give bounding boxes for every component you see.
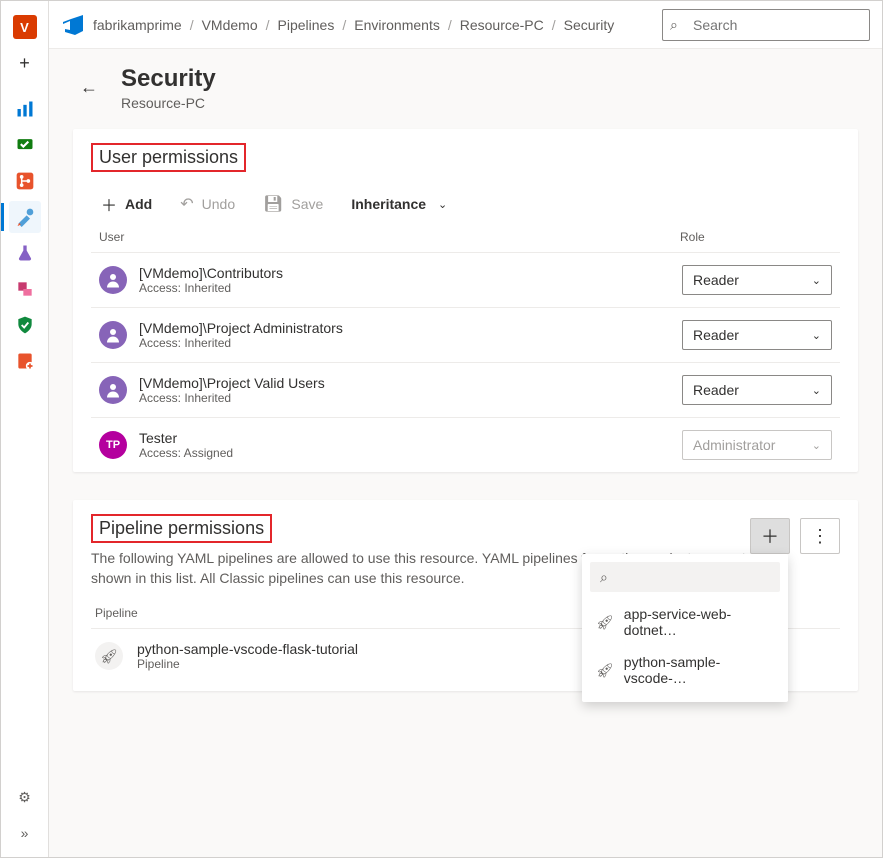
tests-icon: [15, 135, 35, 155]
crumb-4[interactable]: Resource-PC: [460, 17, 544, 33]
crumb-0[interactable]: fabrikamprime: [93, 17, 182, 33]
pipeline-picker-item[interactable]: 🚀︎app-service-web-dotnet…: [590, 598, 780, 646]
nav-tests[interactable]: [9, 129, 41, 161]
plus-icon: +: [19, 53, 30, 74]
chevron-down-icon: ⌄: [812, 274, 821, 287]
permission-name: Tester: [139, 430, 682, 446]
user-permission-row[interactable]: [VMdemo]\Project AdministratorsAccess: I…: [91, 307, 840, 362]
crumb-5[interactable]: Security: [564, 17, 615, 33]
group-avatar-icon: [99, 266, 127, 294]
pipeline-picker-popup: ⌕ 🚀︎app-service-web-dotnet…🚀︎python-samp…: [582, 554, 788, 702]
nav-project-tile[interactable]: V: [9, 11, 41, 43]
nav-settings[interactable]: ⚙: [9, 781, 41, 813]
chevron-down-icon: ⌄: [812, 439, 821, 452]
pipeline-name: python-sample-vscode-flask-tutorial: [137, 641, 358, 657]
arrow-left-icon: ←: [80, 77, 98, 98]
wiki-icon: [15, 351, 35, 371]
flask-icon: [15, 243, 35, 263]
gear-icon: ⚙: [18, 789, 31, 806]
pipelines-icon: [15, 207, 35, 227]
undo-button[interactable]: ↶Undo: [180, 194, 235, 214]
pipeline-picker-item[interactable]: 🚀︎python-sample-vscode-…: [590, 646, 780, 694]
pipeline-picker-search[interactable]: ⌕: [590, 562, 780, 592]
search-icon: ⌕: [600, 569, 608, 586]
user-permissions-card: User permissions ＋Add ↶Undo 💾︎Save Inher…: [73, 129, 858, 472]
nav-test-plans[interactable]: [9, 237, 41, 269]
plus-icon: ＋: [761, 523, 779, 549]
nav-boards[interactable]: [9, 93, 41, 125]
permission-access: Access: Inherited: [139, 281, 682, 295]
permission-access: Access: Inherited: [139, 336, 682, 350]
pipeline-permissions-title: Pipeline permissions: [91, 514, 272, 543]
rocket-icon: 🚀︎: [95, 642, 123, 670]
add-pipeline-button[interactable]: ＋: [750, 518, 790, 554]
chevron-down-icon: ⌄: [438, 198, 447, 211]
page-subtitle: Resource-PC: [121, 95, 216, 111]
nav-compliance[interactable]: [9, 309, 41, 341]
breadcrumb: fabrikamprime/ VMdemo/ Pipelines/ Enviro…: [93, 17, 614, 33]
permission-access: Access: Assigned: [139, 446, 682, 460]
pipeline-permissions-card: Pipeline permissions The following YAML …: [73, 500, 858, 691]
permission-access: Access: Inherited: [139, 391, 682, 405]
nav-artifacts[interactable]: [9, 273, 41, 305]
user-avatar-icon: TP: [99, 431, 127, 459]
group-avatar-icon: [99, 321, 127, 349]
artifacts-icon: [15, 279, 35, 299]
repos-icon: [15, 171, 35, 191]
azure-devops-logo-icon: [61, 13, 85, 37]
page-title: Security: [121, 65, 216, 93]
more-options-button[interactable]: ⋮: [800, 518, 840, 554]
permission-name: [VMdemo]\Project Administrators: [139, 320, 682, 336]
crumb-3[interactable]: Environments: [354, 17, 440, 33]
user-permission-row[interactable]: TP TesterAccess: AssignedAdministrator⌄: [91, 417, 840, 472]
plus-icon: ＋: [101, 192, 117, 216]
chevrons-icon: »: [21, 825, 29, 841]
nav-add-button[interactable]: +: [9, 47, 41, 79]
search-input[interactable]: [662, 9, 870, 41]
crumb-2[interactable]: Pipelines: [278, 17, 335, 33]
save-icon: 💾︎: [263, 194, 283, 214]
more-icon: ⋮: [811, 526, 829, 547]
search-icon: ⌕: [670, 16, 678, 33]
user-permission-row[interactable]: [VMdemo]\ContributorsAccess: InheritedRe…: [91, 252, 840, 307]
add-button[interactable]: ＋Add: [101, 192, 152, 216]
nav-wiki[interactable]: [9, 345, 41, 377]
save-button[interactable]: 💾︎Save: [263, 194, 323, 214]
col-header-user: User: [99, 230, 680, 244]
crumb-1[interactable]: VMdemo: [202, 17, 258, 33]
permission-name: [VMdemo]\Contributors: [139, 265, 682, 281]
project-tile-icon: V: [13, 15, 37, 39]
group-avatar-icon: [99, 376, 127, 404]
rocket-icon: 🚀︎: [596, 662, 614, 679]
role-dropdown[interactable]: Reader⌄: [682, 265, 832, 295]
chevron-down-icon: ⌄: [812, 384, 821, 397]
boards-icon: [15, 99, 35, 119]
user-permissions-title: User permissions: [91, 143, 246, 172]
role-dropdown[interactable]: Reader⌄: [682, 320, 832, 350]
nav-repos[interactable]: [9, 165, 41, 197]
role-dropdown[interactable]: Reader⌄: [682, 375, 832, 405]
role-dropdown: Administrator⌄: [682, 430, 832, 460]
nav-collapse[interactable]: »: [9, 817, 41, 849]
chevron-down-icon: ⌄: [812, 329, 821, 342]
pipeline-sub: Pipeline: [137, 657, 358, 671]
nav-pipelines[interactable]: [9, 201, 41, 233]
inheritance-dropdown[interactable]: Inheritance⌄: [351, 196, 447, 212]
user-permission-row[interactable]: [VMdemo]\Project Valid UsersAccess: Inhe…: [91, 362, 840, 417]
col-header-role: Role: [680, 230, 840, 244]
permission-name: [VMdemo]\Project Valid Users: [139, 375, 682, 391]
rocket-icon: 🚀︎: [596, 614, 614, 631]
undo-icon: ↶: [180, 194, 193, 214]
shield-icon: [15, 315, 35, 335]
back-button[interactable]: ←: [73, 71, 105, 103]
